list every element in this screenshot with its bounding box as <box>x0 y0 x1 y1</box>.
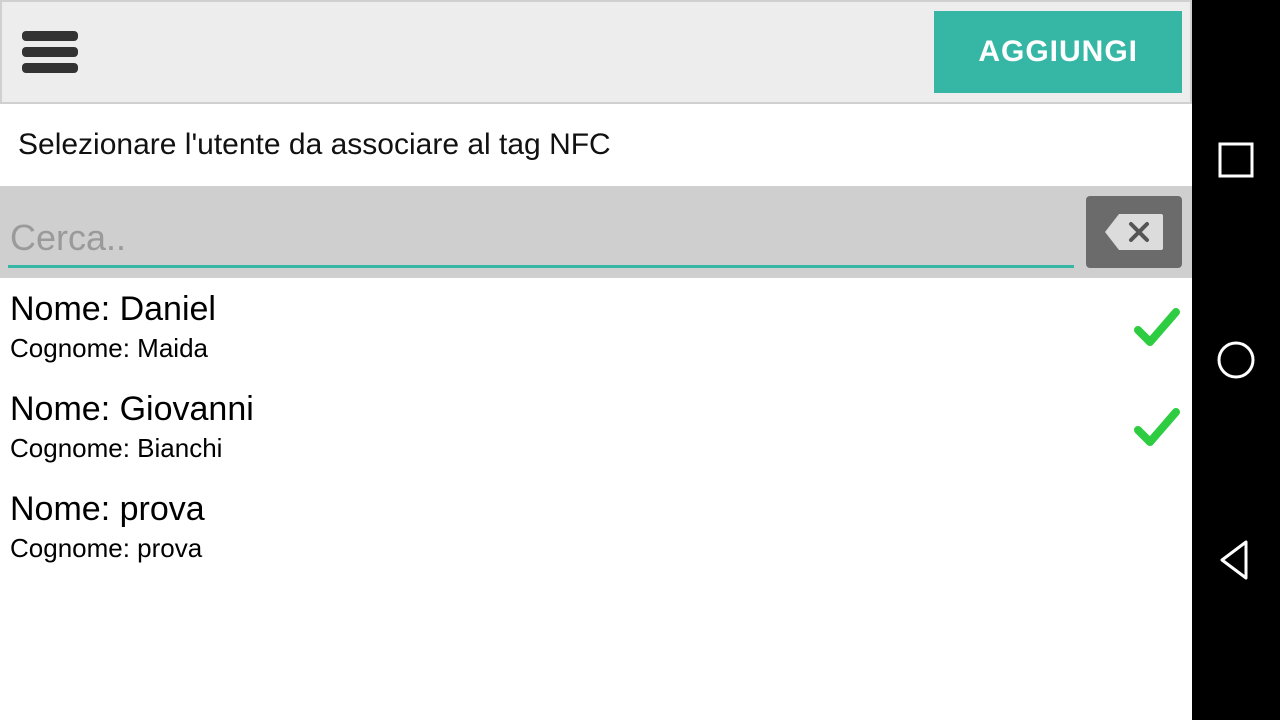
check-icon <box>1132 402 1182 452</box>
user-name: Nome: Daniel <box>10 290 1132 329</box>
list-item-text: Nome: Giovanni Cognome: Bianchi <box>10 390 1132 464</box>
back-button[interactable] <box>1212 536 1260 584</box>
user-surname: Cognome: Bianchi <box>10 433 1132 464</box>
instruction-text: Selezionare l'utente da associare al tag… <box>0 104 1192 186</box>
android-nav-bar <box>1192 0 1280 720</box>
top-bar: AGGIUNGI <box>0 0 1192 104</box>
triangle-back-icon <box>1214 538 1258 582</box>
home-button[interactable] <box>1212 336 1260 384</box>
search-input-container <box>0 186 1082 278</box>
check-icon <box>1132 302 1182 352</box>
search-input[interactable] <box>8 211 1074 268</box>
square-icon <box>1214 138 1258 182</box>
app-frame: AGGIUNGI Selezionare l'utente da associa… <box>0 0 1192 720</box>
add-button[interactable]: AGGIUNGI <box>934 11 1182 93</box>
backspace-icon <box>1103 212 1165 252</box>
user-surname: Cognome: prova <box>10 533 1182 564</box>
user-name: Nome: prova <box>10 490 1182 529</box>
list-item[interactable]: Nome: prova Cognome: prova <box>0 478 1192 578</box>
list-item-text: Nome: Daniel Cognome: Maida <box>10 290 1132 364</box>
user-name: Nome: Giovanni <box>10 390 1132 429</box>
menu-bar <box>22 31 78 41</box>
menu-bar <box>22 47 78 57</box>
list-item-text: Nome: prova Cognome: prova <box>10 490 1182 564</box>
clear-search-button[interactable] <box>1086 196 1182 268</box>
user-surname: Cognome: Maida <box>10 333 1132 364</box>
overview-button[interactable] <box>1212 136 1260 184</box>
search-bar <box>0 186 1192 278</box>
list-item[interactable]: Nome: Daniel Cognome: Maida <box>0 278 1192 378</box>
user-list[interactable]: Nome: Daniel Cognome: Maida Nome: Giovanni… <box>0 278 1192 720</box>
circle-icon <box>1214 338 1258 382</box>
menu-icon[interactable] <box>10 17 90 87</box>
menu-bar <box>22 63 78 73</box>
list-item[interactable]: Nome: Giovanni Cognome: Bianchi <box>0 378 1192 478</box>
